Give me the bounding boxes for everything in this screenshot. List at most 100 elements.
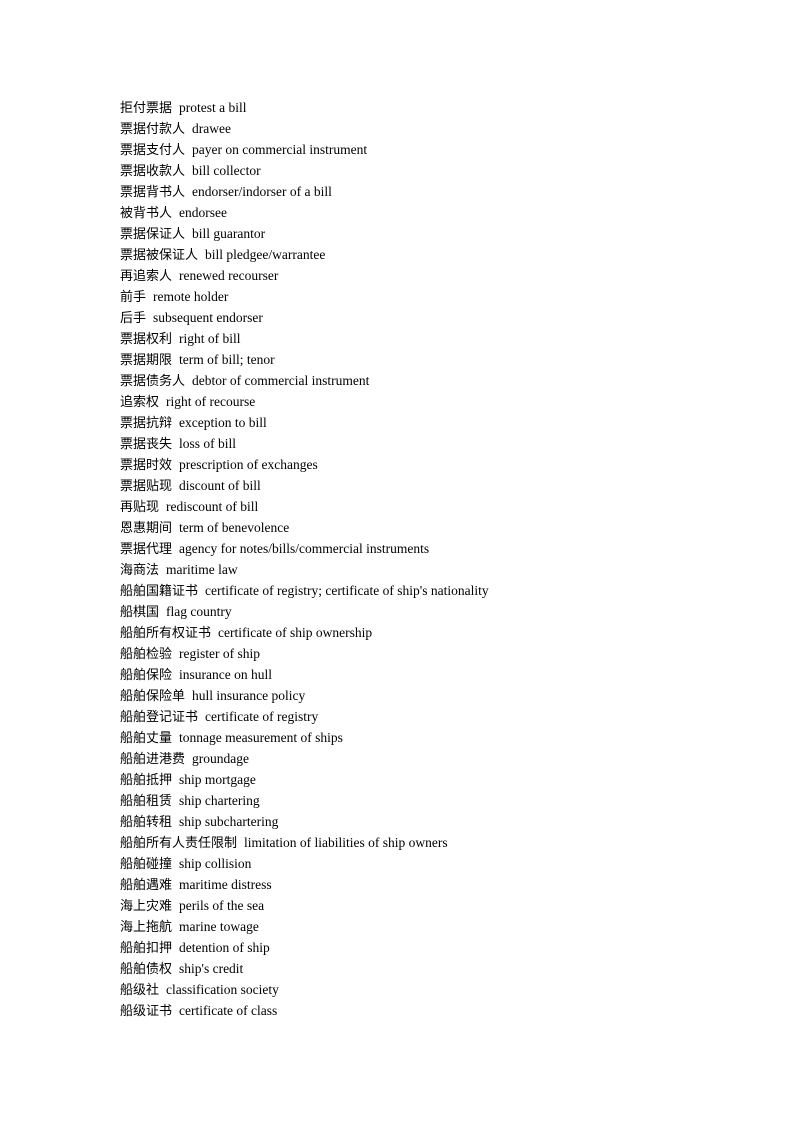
glossary-entry: 船舶国籍证书 certificate of registry; certifica… — [120, 580, 740, 601]
entry-term-chinese: 船舶债权 — [120, 962, 173, 977]
entry-term-chinese: 船舶丈量 — [120, 731, 173, 746]
entry-gloss-english: insurance on hull — [179, 667, 272, 682]
entry-term-chinese: 票据代理 — [120, 542, 173, 557]
entry-gloss-english: classification society — [166, 982, 279, 997]
entry-gloss-english: bill collector — [192, 163, 261, 178]
glossary-entry: 船舶检验 register of ship — [120, 643, 740, 664]
entry-gloss-english: certificate of class — [179, 1003, 278, 1018]
entry-gloss-english: tonnage measurement of ships — [179, 730, 343, 745]
glossary-entry: 后手 subsequent endorser — [120, 307, 740, 328]
glossary-entry: 票据被保证人 bill pledgee/warrantee — [120, 244, 740, 265]
glossary-entry: 前手 remote holder — [120, 286, 740, 307]
entry-gloss-english: groundage — [192, 751, 249, 766]
entry-term-chinese: 拒付票据 — [120, 101, 173, 116]
entry-gloss-english: flag country — [166, 604, 232, 619]
entry-term-chinese: 票据时效 — [120, 458, 173, 473]
glossary-entry: 票据抗辩 exception to bill — [120, 412, 740, 433]
entry-gloss-english: detention of ship — [179, 940, 270, 955]
glossary-entry: 船舶保险 insurance on hull — [120, 664, 740, 685]
glossary-entry: 船棋国 flag country — [120, 601, 740, 622]
entry-term-chinese: 船舶遇难 — [120, 878, 173, 893]
entry-gloss-english: right of recourse — [166, 394, 256, 409]
entry-term-chinese: 船舶抵押 — [120, 773, 173, 788]
entry-gloss-english: drawee — [192, 121, 231, 136]
entry-term-chinese: 再贴现 — [120, 500, 160, 515]
glossary-entry: 追索权 right of recourse — [120, 391, 740, 412]
entry-term-chinese: 被背书人 — [120, 206, 173, 221]
glossary-entry: 再贴现 rediscount of bill — [120, 496, 740, 517]
glossary-entry: 票据支付人 payer on commercial instrument — [120, 139, 740, 160]
entry-term-chinese: 船舶所有人责任限制 — [120, 836, 238, 851]
entry-term-chinese: 船舶所有权证书 — [120, 626, 212, 641]
glossary-entry: 船舶遇难 maritime distress — [120, 874, 740, 895]
entry-gloss-english: ship chartering — [179, 793, 260, 808]
entry-term-chinese: 再追索人 — [120, 269, 173, 284]
entry-term-chinese: 船舶国籍证书 — [120, 584, 199, 599]
entry-term-chinese: 海上拖航 — [120, 920, 173, 935]
entry-term-chinese: 票据权利 — [120, 332, 173, 347]
glossary-entry: 船舶所有人责任限制 limitation of liabilities of sh… — [120, 832, 740, 853]
glossary-entry: 船舶扣押 detention of ship — [120, 937, 740, 958]
entry-gloss-english: payer on commercial instrument — [192, 142, 368, 157]
glossary-entry: 海商法 maritime law — [120, 559, 740, 580]
glossary-entry: 船舶碰撞 ship collision — [120, 853, 740, 874]
glossary-entry: 船舶丈量 tonnage measurement of ships — [120, 727, 740, 748]
entry-gloss-english: ship mortgage — [179, 772, 256, 787]
entry-term-chinese: 票据债务人 — [120, 374, 186, 389]
entry-gloss-english: bill guarantor — [192, 226, 266, 241]
glossary-entry: 票据背书人 endorser/indorser of a bill — [120, 181, 740, 202]
entry-term-chinese: 船舶保险 — [120, 668, 173, 683]
glossary-entry: 恩惠期间 term of benevolence — [120, 517, 740, 538]
entry-gloss-english: limitation of liabilities of ship owners — [244, 835, 448, 850]
entry-term-chinese: 票据丧失 — [120, 437, 173, 452]
entry-gloss-english: ship's credit — [179, 961, 244, 976]
entry-gloss-english: marine towage — [179, 919, 259, 934]
glossary-entry: 票据债务人 debtor of commercial instrument — [120, 370, 740, 391]
glossary-entry: 票据时效 prescription of exchanges — [120, 454, 740, 475]
entry-gloss-english: renewed recourser — [179, 268, 279, 283]
entry-term-chinese: 海商法 — [120, 563, 160, 578]
entry-term-chinese: 前手 — [120, 290, 147, 305]
entry-term-chinese: 船舶检验 — [120, 647, 173, 662]
entry-term-chinese: 船舶进港费 — [120, 752, 186, 767]
glossary-entry: 海上拖航 marine towage — [120, 916, 740, 937]
entry-term-chinese: 票据付款人 — [120, 122, 186, 137]
glossary-list: 拒付票据 protest a bill 票据付款人 drawee 票据支付人 payer … — [120, 97, 740, 1021]
glossary-entry: 票据收款人 bill collector — [120, 160, 740, 181]
entry-term-chinese: 票据被保证人 — [120, 248, 199, 263]
document-page: 拒付票据 protest a bill 票据付款人 drawee 票据支付人 payer … — [0, 0, 794, 1123]
entry-gloss-english: endorser/indorser of a bill — [192, 184, 332, 199]
entry-gloss-english: prescription of exchanges — [179, 457, 318, 472]
entry-gloss-english: remote holder — [153, 289, 229, 304]
entry-term-chinese: 海上灾难 — [120, 899, 173, 914]
entry-term-chinese: 船级社 — [120, 983, 160, 998]
entry-gloss-english: right of bill — [179, 331, 241, 346]
entry-term-chinese: 票据支付人 — [120, 143, 186, 158]
glossary-entry: 拒付票据 protest a bill — [120, 97, 740, 118]
glossary-entry: 船舶租赁 ship chartering — [120, 790, 740, 811]
glossary-entry: 船级社 classification society — [120, 979, 740, 1000]
entry-gloss-english: endorsee — [179, 205, 227, 220]
glossary-entry: 船舶抵押 ship mortgage — [120, 769, 740, 790]
entry-term-chinese: 票据抗辩 — [120, 416, 173, 431]
glossary-entry: 船舶进港费 groundage — [120, 748, 740, 769]
entry-term-chinese: 船舶登记证书 — [120, 710, 199, 725]
entry-gloss-english: ship subchartering — [179, 814, 279, 829]
entry-term-chinese: 恩惠期间 — [120, 521, 173, 536]
entry-gloss-english: term of benevolence — [179, 520, 290, 535]
glossary-entry: 票据付款人 drawee — [120, 118, 740, 139]
entry-gloss-english: debtor of commercial instrument — [192, 373, 370, 388]
entry-gloss-english: certificate of registry; certificate of … — [205, 583, 489, 598]
entry-gloss-english: register of ship — [179, 646, 260, 661]
glossary-entry: 海上灾难 perils of the sea — [120, 895, 740, 916]
entry-term-chinese: 船舶转租 — [120, 815, 173, 830]
glossary-entry: 船舶登记证书 certificate of registry — [120, 706, 740, 727]
entry-gloss-english: protest a bill — [179, 100, 247, 115]
entry-term-chinese: 船级证书 — [120, 1004, 173, 1019]
entry-term-chinese: 追索权 — [120, 395, 160, 410]
entry-term-chinese: 船棋国 — [120, 605, 160, 620]
entry-gloss-english: certificate of registry — [205, 709, 319, 724]
glossary-entry: 船级证书 certificate of class — [120, 1000, 740, 1021]
entry-gloss-english: certificate of ship ownership — [218, 625, 373, 640]
entry-gloss-english: perils of the sea — [179, 898, 265, 913]
